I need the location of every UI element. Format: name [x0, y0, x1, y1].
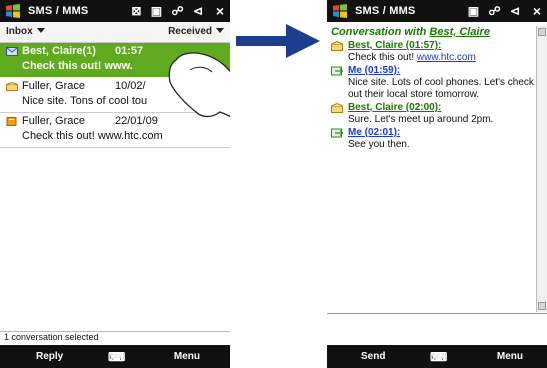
menu-button[interactable]: Menu	[497, 351, 523, 362]
softkey-bar: Send ⌨ Menu	[327, 345, 547, 368]
conversation-label: Conversation with	[331, 26, 427, 38]
send-button[interactable]: Send	[361, 351, 385, 362]
message-body: Check this out! www.htc.com	[348, 52, 476, 63]
transition-arrow-icon	[236, 24, 320, 58]
message-header[interactable]: Best, Claire (02:00):	[331, 102, 535, 114]
url-link[interactable]: www.htc.com	[417, 52, 476, 63]
message-header[interactable]: Best, Claire (01:57):	[331, 40, 535, 52]
scrollbar[interactable]	[536, 26, 547, 312]
message-header[interactable]: Me (01:59):	[331, 65, 535, 77]
windows-start-icon[interactable]	[332, 3, 348, 19]
status-bar: SMS / MMS ▣ ☍ ⊲ ×	[327, 0, 547, 22]
message-body: Sure. Let's meet up around 2pm.	[348, 114, 494, 125]
finger-gesture-illustration	[168, 52, 230, 118]
conversation-screen: SMS / MMS ▣ ☍ ⊲ × Conversation with Best…	[327, 0, 547, 368]
message-body: Nice site. Lots of cool phones. Let's ch…	[348, 77, 534, 100]
sent-message-icon	[331, 66, 343, 76]
conversation-thread: Best, Claire (01:57): Check this out! ww…	[331, 40, 535, 152]
status-icons[interactable]: ▣ ☍ ⊲	[468, 4, 523, 18]
envelope-open-icon	[331, 41, 343, 51]
envelope-open-icon	[331, 103, 343, 113]
compose-input[interactable]	[327, 313, 547, 344]
scroll-up-button[interactable]	[538, 28, 546, 36]
inbox-screen: SMS / MMS ⊠ ▣ ☍ ⊲ × Inbox Received Best,…	[0, 0, 230, 368]
app-title: SMS / MMS	[355, 5, 416, 17]
sent-message-icon	[331, 128, 343, 138]
scroll-down-button[interactable]	[538, 302, 546, 310]
message-body: See you then.	[348, 139, 410, 150]
contact-link[interactable]: Best, Claire	[429, 26, 490, 38]
message-header[interactable]: Me (02:01):	[331, 127, 535, 139]
keyboard-icon[interactable]: ⌨	[430, 350, 447, 364]
conversation-header: Conversation with Best, Claire	[331, 26, 490, 38]
close-icon[interactable]: ×	[533, 3, 541, 19]
